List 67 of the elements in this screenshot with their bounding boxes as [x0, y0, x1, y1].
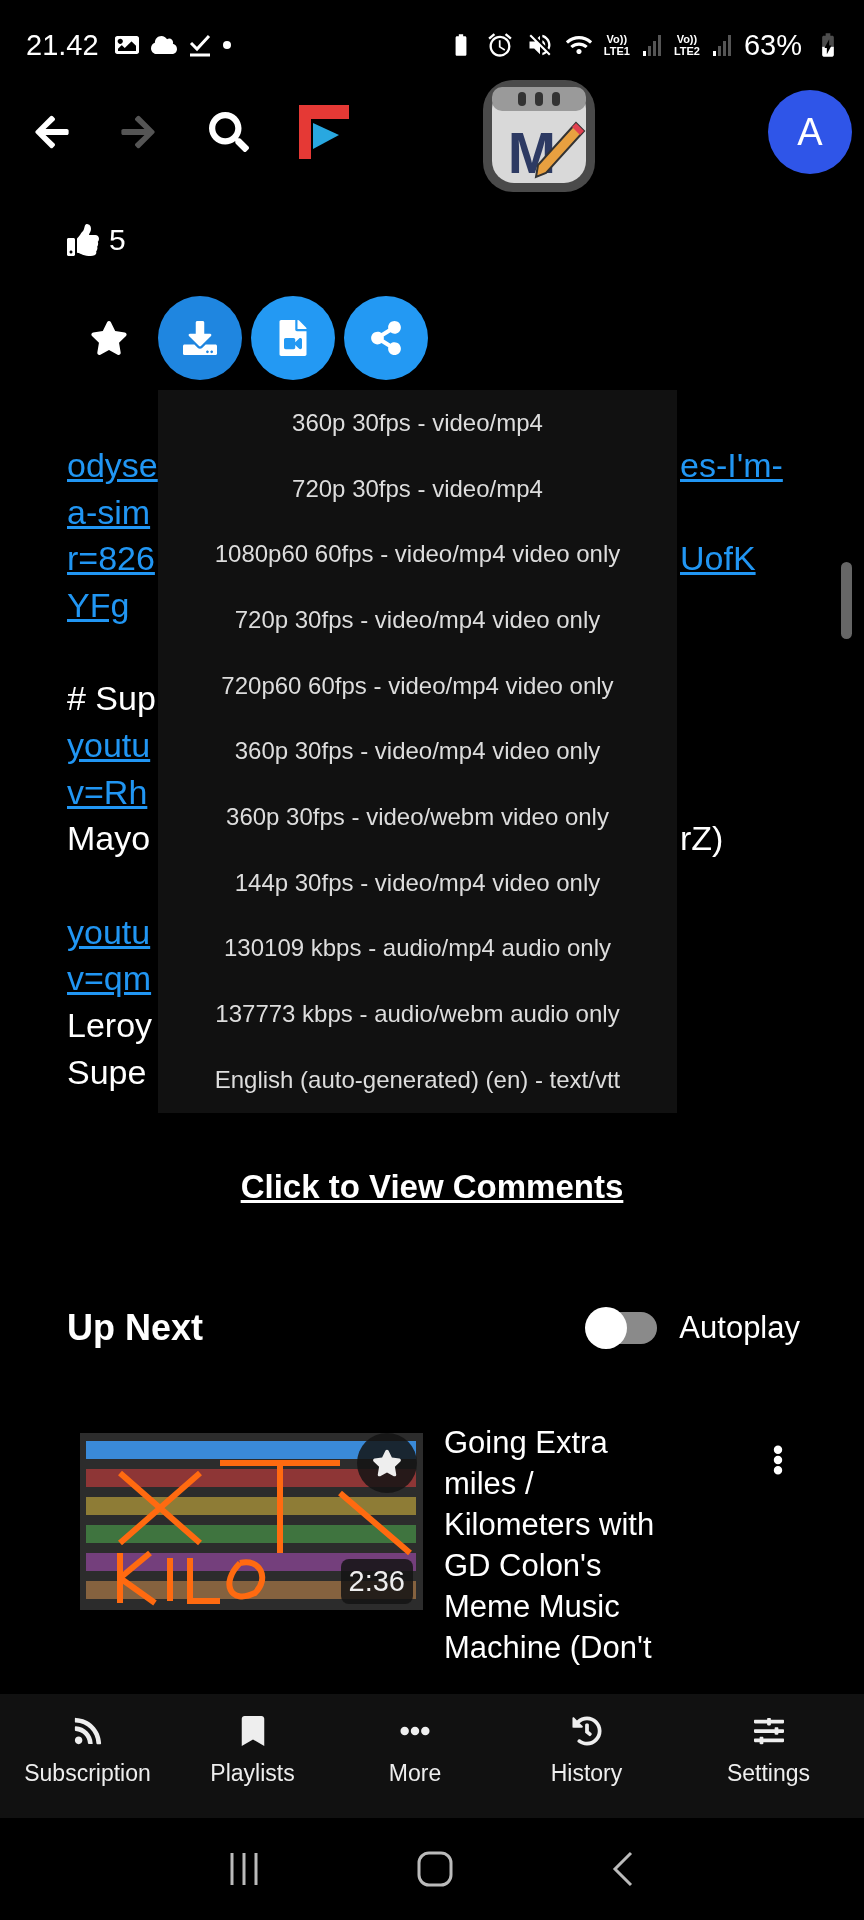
share-icon: [369, 321, 403, 355]
format-option[interactable]: 1080p60 60fps - video/mp4 video only: [158, 521, 677, 588]
back-icon[interactable]: [611, 1851, 635, 1887]
home-icon[interactable]: [417, 1851, 453, 1887]
battery-percent: 63%: [743, 28, 802, 62]
signal-icon: [711, 33, 732, 57]
forward-arrow-icon: [119, 113, 157, 151]
video-duration: 2:36: [340, 1558, 413, 1604]
nav-tab[interactable]: Playlists: [175, 1694, 330, 1818]
check-icon: [188, 33, 211, 57]
account-avatar[interactable]: A: [768, 90, 852, 174]
description-link[interactable]: youtu: [67, 912, 151, 951]
like-count: 5: [109, 223, 126, 257]
back-arrow-icon: [33, 113, 71, 151]
description-text: rZ): [680, 819, 724, 858]
format-option[interactable]: 144p 30fps - video/mp4 video only: [158, 849, 677, 916]
nav-tab[interactable]: Subscription: [0, 1694, 175, 1818]
rss-icon: [72, 1716, 103, 1746]
description-link[interactable]: UofK: [680, 539, 756, 578]
description-link[interactable]: odyse: [67, 445, 158, 484]
description-link[interactable]: r=826: [67, 539, 155, 578]
clock-time: 21.42: [26, 28, 99, 62]
format-option[interactable]: 720p 30fps - video/mp4 video only: [158, 587, 677, 653]
recent-apps-icon[interactable]: [229, 1851, 259, 1887]
volte-label: Vo)): [606, 33, 628, 45]
format-option[interactable]: 137773 kbps - audio/webm audio only: [158, 981, 677, 1047]
description-link[interactable]: youtu: [67, 725, 151, 764]
format-option[interactable]: 720p 30fps - video/mp4: [158, 455, 677, 522]
nav-tab[interactable]: History: [500, 1694, 673, 1818]
format-option[interactable]: 360p 30fps - video/mp4 video only: [158, 718, 677, 785]
description-link[interactable]: v=Rh: [67, 772, 148, 811]
view-comments-link[interactable]: Click to View Comments: [240, 1167, 624, 1206]
format-option[interactable]: 360p 30fps - video/mp4: [158, 390, 677, 456]
description-text: # Sup: [67, 679, 156, 718]
thumbs-up-icon: [67, 224, 99, 256]
forward-button[interactable]: [119, 113, 157, 151]
settings-icon: [753, 1716, 784, 1746]
favorite-star-icon[interactable]: [90, 319, 128, 357]
app-brand-icon[interactable]: [299, 105, 349, 159]
history-icon: [571, 1716, 602, 1746]
nav-tab[interactable]: Settings: [673, 1694, 864, 1818]
description-link[interactable]: v=qm: [67, 959, 152, 998]
description-link[interactable]: YFg: [67, 585, 130, 624]
dot-icon: [222, 41, 231, 49]
up-next-heading: Up Next: [67, 1306, 204, 1349]
back-button[interactable]: [33, 113, 71, 151]
network-label: LTE1: [603, 45, 630, 57]
star-icon: [372, 1447, 402, 1478]
format-option[interactable]: English (auto-generated) (en) - text/vtt: [158, 1046, 677, 1113]
volte-label: Vo)): [676, 33, 698, 45]
network-label: LTE2: [673, 45, 700, 57]
autoplay-label: Autoplay: [679, 1309, 800, 1346]
download-icon: [183, 321, 217, 355]
format-option[interactable]: 360p 30fps - video/webm video only: [158, 784, 677, 850]
description-text: Supe: [67, 1052, 147, 1091]
description-link[interactable]: a-sim: [67, 492, 151, 531]
format-option[interactable]: 720p60 60fps - video/mp4 video only: [158, 652, 677, 719]
video-title[interactable]: Going Extra miles / Kilometers with GD Colon's Meme Music Machine (Don't: [444, 1421, 680, 1668]
description-text: Leroy: [67, 1006, 153, 1045]
image-icon: [114, 33, 139, 57]
nav-tab[interactable]: More: [330, 1694, 500, 1818]
format-option[interactable]: 130109 kbps - audio/mp4 audio only: [158, 915, 677, 982]
search-icon: [209, 112, 249, 152]
description-text: Mayo: [67, 819, 151, 858]
search-button[interactable]: [209, 112, 249, 152]
signal-icon: [641, 33, 662, 57]
description-link[interactable]: es-I'm-: [680, 445, 783, 484]
